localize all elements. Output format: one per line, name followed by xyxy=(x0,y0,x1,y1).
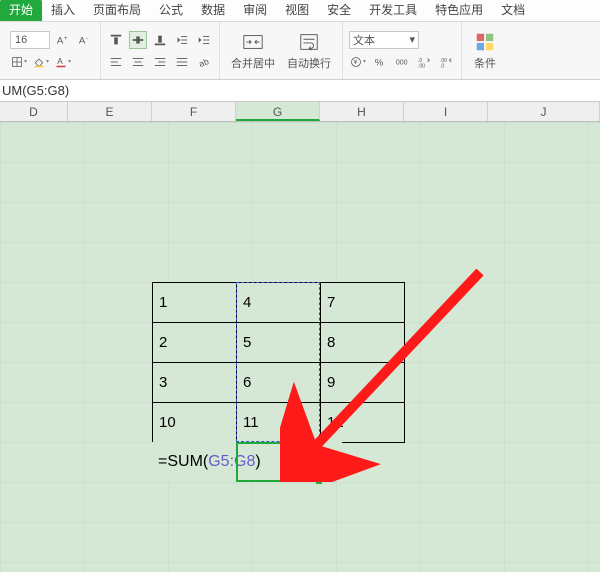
number-format-value: 文本 xyxy=(353,32,375,48)
increase-decimal-icon[interactable]: .0.00 xyxy=(415,53,433,71)
cell-G5[interactable]: 4 xyxy=(237,283,321,323)
tab-developer[interactable]: 开发工具 xyxy=(360,0,426,21)
tab-home[interactable]: 开始 xyxy=(0,0,42,21)
orientation-icon[interactable]: ab xyxy=(195,53,213,71)
cell-F7[interactable]: 3 xyxy=(153,363,237,403)
conditional-format-label: 条件 xyxy=(474,55,496,71)
svg-text:-: - xyxy=(86,35,88,42)
align-center-icon[interactable] xyxy=(129,53,147,71)
decrease-decimal-icon[interactable]: .00.0 xyxy=(437,53,455,71)
tab-review[interactable]: 审阅 xyxy=(234,0,276,21)
wrap-text-button[interactable]: 自动换行 xyxy=(282,25,336,76)
align-top-icon[interactable] xyxy=(107,31,125,49)
justify-icon[interactable] xyxy=(173,53,191,71)
cell-H6[interactable]: 8 xyxy=(321,323,405,363)
currency-icon[interactable]: ¥▾ xyxy=(349,53,367,71)
cell-G8[interactable]: 11 xyxy=(237,403,321,443)
ribbon-tabs: 开始 插入 页面布局 公式 数据 审阅 视图 安全 开发工具 特色应用 文档 xyxy=(0,0,600,22)
decrease-font-icon[interactable]: A- xyxy=(76,31,94,49)
data-range: 1 4 7 2 5 8 3 6 9 10 11 12 xyxy=(152,282,405,443)
merge-center-label: 合并居中 xyxy=(231,55,275,71)
merge-center-button[interactable]: 合并居中 xyxy=(226,25,280,76)
cells-canvas[interactable]: 1 4 7 2 5 8 3 6 9 10 11 12 =SU xyxy=(0,122,600,572)
cell-F5[interactable]: 1 xyxy=(153,283,237,323)
percent-icon[interactable]: % xyxy=(371,53,389,71)
align-middle-icon[interactable] xyxy=(129,31,147,49)
group-cond-format: 条件 xyxy=(462,22,508,79)
tab-document[interactable]: 文档 xyxy=(492,0,534,21)
formula-bar-text: UM(G5:G8) xyxy=(2,83,69,98)
font-color-icon[interactable]: A▾ xyxy=(54,53,72,71)
svg-text:A: A xyxy=(57,57,63,66)
col-header-E[interactable]: E xyxy=(68,102,152,121)
align-left-icon[interactable] xyxy=(107,53,125,71)
col-header-F[interactable]: F xyxy=(152,102,236,121)
tab-data[interactable]: 数据 xyxy=(192,0,234,21)
tab-page-layout[interactable]: 页面布局 xyxy=(84,0,150,21)
fill-color-icon[interactable]: ▾ xyxy=(32,53,50,71)
svg-text:.0: .0 xyxy=(440,63,444,69)
svg-text:+: + xyxy=(64,35,68,42)
svg-text:A: A xyxy=(57,35,64,46)
svg-text:ab: ab xyxy=(198,56,211,69)
increase-indent-icon[interactable] xyxy=(195,31,213,49)
col-header-H[interactable]: H xyxy=(320,102,404,121)
tab-featured[interactable]: 特色应用 xyxy=(426,0,492,21)
tab-view[interactable]: 视图 xyxy=(276,0,318,21)
align-right-icon[interactable] xyxy=(151,53,169,71)
svg-text:A: A xyxy=(79,35,86,46)
tab-security[interactable]: 安全 xyxy=(318,0,360,21)
table-row: 1 4 7 xyxy=(153,283,405,323)
number-format-select[interactable]: 文本 ▾ xyxy=(349,31,419,49)
table-row: 10 11 12 xyxy=(153,403,405,443)
cell-H8[interactable]: 12 xyxy=(321,403,405,443)
group-merge-wrap: 合并居中 自动换行 xyxy=(220,22,343,79)
col-header-G[interactable]: G xyxy=(236,102,320,121)
table-row: 3 6 9 xyxy=(153,363,405,403)
cell-G6[interactable]: 5 xyxy=(237,323,321,363)
group-number: 文本 ▾ ¥▾ % 000 .0.00 .00.0 xyxy=(343,22,462,79)
svg-text:%: % xyxy=(375,57,384,68)
borders-icon[interactable]: ▾ xyxy=(10,53,28,71)
formula-text-prefix: =SUM( xyxy=(158,453,208,471)
svg-text:000: 000 xyxy=(396,59,408,66)
cell-F6[interactable]: 2 xyxy=(153,323,237,363)
col-header-J[interactable]: J xyxy=(488,102,600,121)
ribbon: 16 A+ A- ▾ ▾ A▾ xyxy=(0,22,600,80)
align-bottom-icon[interactable] xyxy=(151,31,169,49)
sheet-area: D E F G H I J 1 4 7 2 5 8 3 6 9 xyxy=(0,102,600,572)
svg-text:¥: ¥ xyxy=(354,60,358,66)
tab-formulas[interactable]: 公式 xyxy=(150,0,192,21)
column-headers: D E F G H I J xyxy=(0,102,600,122)
group-alignment: ab xyxy=(101,22,220,79)
cell-G7[interactable]: 6 xyxy=(237,363,321,403)
cell-H7[interactable]: 9 xyxy=(321,363,405,403)
increase-font-icon[interactable]: A+ xyxy=(54,31,72,49)
table-row: 2 5 8 xyxy=(153,323,405,363)
wrap-text-label: 自动换行 xyxy=(287,55,331,71)
font-size-input[interactable]: 16 xyxy=(10,31,50,49)
group-font: 16 A+ A- ▾ ▾ A▾ xyxy=(4,22,101,79)
chevron-down-icon: ▾ xyxy=(409,33,415,46)
col-header-I[interactable]: I xyxy=(404,102,488,121)
formula-text-range: G5:G8 xyxy=(208,453,255,471)
cell-F9-formula[interactable]: =SUM(G5:G8) xyxy=(152,442,342,482)
cell-H5[interactable]: 7 xyxy=(321,283,405,323)
tab-insert[interactable]: 插入 xyxy=(42,0,84,21)
decrease-indent-icon[interactable] xyxy=(173,31,191,49)
comma-style-icon[interactable]: 000 xyxy=(393,53,411,71)
formula-bar[interactable]: UM(G5:G8) xyxy=(0,80,600,102)
cell-F8[interactable]: 10 xyxy=(153,403,237,443)
col-header-D[interactable]: D xyxy=(0,102,68,121)
conditional-format-button[interactable]: 条件 xyxy=(468,31,502,71)
formula-text-suffix: ) xyxy=(255,453,260,471)
svg-text:.00: .00 xyxy=(418,63,425,69)
